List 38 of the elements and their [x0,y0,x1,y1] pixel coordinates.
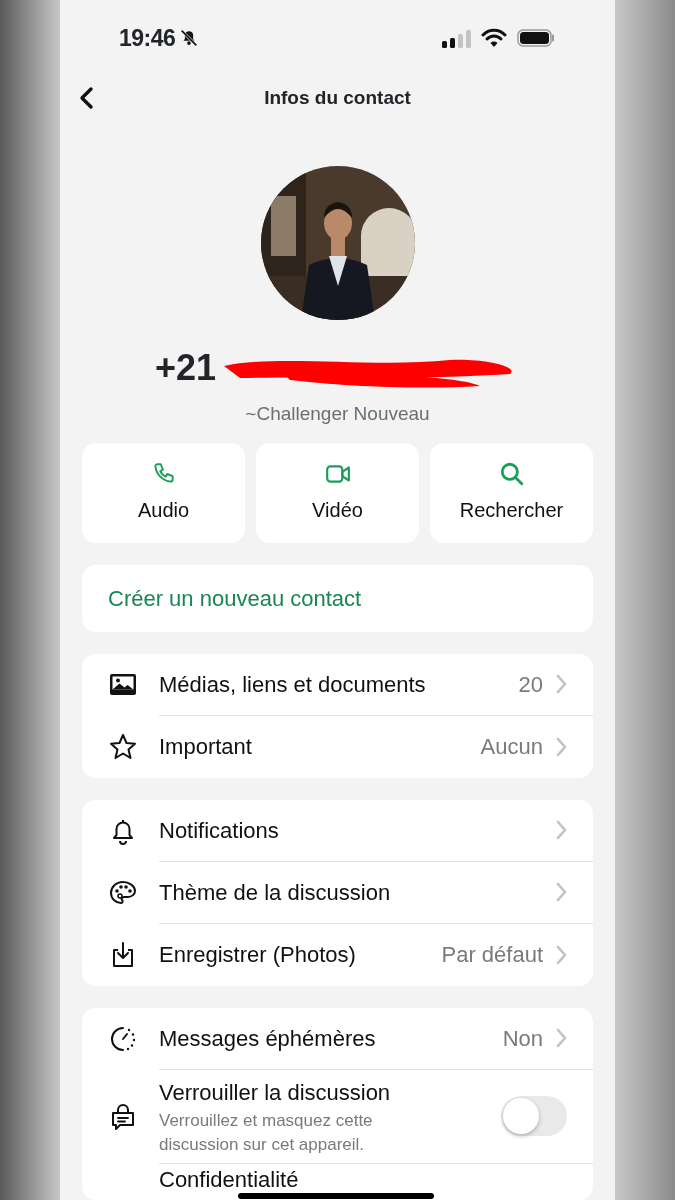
settings-row[interactable]: Notifications [82,799,593,862]
chevron-icon [555,882,567,902]
chevron-icon [555,736,567,757]
chevron-icon [555,1028,567,1048]
phone-number: +21 [154,350,217,386]
setting-description: Verrouillez et masquez cette discussion sur cet appareil. [159,1109,374,1156]
action-button[interactable]: Audio [82,442,245,543]
settings-row[interactable]: Important Aucun [82,715,593,778]
setting-value: Non [502,1024,543,1053]
chevron-icon [555,820,567,840]
signal-icon [442,28,471,48]
chevron-icon [555,674,567,694]
back-icon [78,86,94,110]
action-button[interactable]: Vidéo [256,442,419,543]
setting-value: 20 [518,670,543,699]
chevron-icon [555,944,567,965]
create-contact-button[interactable]: Créer un nouveau contact [82,564,593,632]
header-title: Infos du contact [263,85,412,110]
palette-icon [109,878,137,907]
settings-row[interactable]: Enregistrer (Photos) Par défaut [82,923,593,986]
setting-value: Aucun [480,733,543,761]
search-icon [498,460,525,487]
settings-row[interactable]: Confidentialité [82,1163,593,1200]
wifi-icon [481,28,507,48]
settings-row[interactable]: Thème de la discussion [82,861,593,924]
star-icon [109,732,137,761]
settings-row[interactable]: Médias, liens et documents 20 [82,653,593,716]
battery-icon [517,29,555,47]
contact-name: ~Challenger Nouveau [244,402,431,426]
timer-icon [109,1024,137,1053]
status-time: 19:46 [119,23,176,53]
back-button[interactable] [78,86,94,110]
settings-row[interactable]: Messages éphémères Non [82,1007,593,1070]
setting-value: Par défaut [441,941,543,969]
action-button[interactable]: Rechercher [430,442,593,543]
toggle-switch[interactable] [501,1096,567,1136]
setting-label: Verrouiller la discussion [159,1078,392,1107]
locked-chat-icon [109,1102,137,1131]
